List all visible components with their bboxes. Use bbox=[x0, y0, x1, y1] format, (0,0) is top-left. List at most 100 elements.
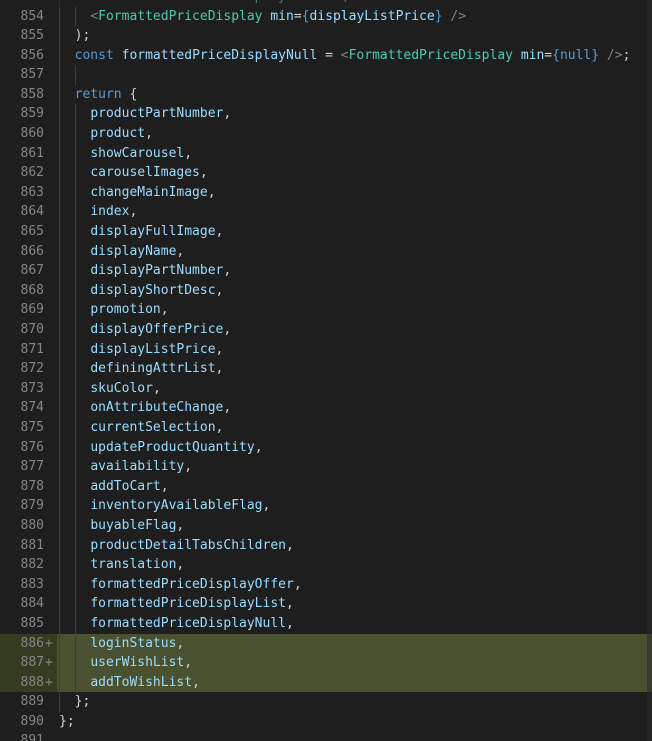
code-line[interactable]: 861 showCarousel, bbox=[0, 143, 652, 164]
code-line[interactable]: 875 currentSelection, bbox=[0, 417, 652, 438]
code-content[interactable]: return { bbox=[57, 84, 652, 105]
code-content[interactable]: displayName, bbox=[57, 241, 652, 262]
code-content[interactable]: <FormattedPriceDisplay min={displayListP… bbox=[57, 6, 652, 27]
code-line[interactable]: 868 displayShortDesc, bbox=[0, 280, 652, 301]
code-content[interactable]: carouselImages, bbox=[57, 163, 652, 183]
code-content[interactable]: addToCart, bbox=[57, 476, 652, 497]
line-number-gutter[interactable]: 889 bbox=[0, 692, 57, 712]
code-content[interactable]: inventoryAvailableFlag, bbox=[57, 496, 652, 516]
code-line[interactable]: 883 formattedPriceDisplayOffer, bbox=[0, 574, 652, 595]
line-number-gutter[interactable]: 891 bbox=[0, 731, 57, 741]
code-line[interactable]: 864 index, bbox=[0, 202, 652, 223]
line-number-gutter[interactable]: 873 bbox=[0, 379, 57, 399]
code-line[interactable]: 856 const formattedPriceDisplayNull = <F… bbox=[0, 45, 652, 66]
code-line[interactable]: 866 displayName, bbox=[0, 241, 652, 262]
line-number-gutter[interactable]: 874 bbox=[0, 398, 57, 418]
code-line[interactable]: 886 + loginStatus, bbox=[0, 633, 652, 654]
line-number-gutter[interactable]: 855 bbox=[0, 26, 57, 46]
code-line[interactable]: 877 availability, bbox=[0, 457, 652, 477]
code-line[interactable]: 879 inventoryAvailableFlag, bbox=[0, 496, 652, 516]
code-line[interactable]: 859 productPartNumber, bbox=[0, 104, 652, 125]
line-number-gutter[interactable]: 859 bbox=[0, 104, 57, 124]
code-line[interactable]: 870 displayOfferPrice, bbox=[0, 320, 652, 340]
line-number-gutter[interactable]: 871 bbox=[0, 340, 57, 360]
code-line[interactable]: 881 productDetailTabsChildren, bbox=[0, 535, 652, 556]
line-number-gutter[interactable]: 854 bbox=[0, 7, 57, 27]
code-line[interactable]: 871 displayListPrice, bbox=[0, 339, 652, 360]
code-content[interactable]: formattedPriceDisplayNull, bbox=[57, 613, 652, 634]
code-content[interactable]: ); bbox=[57, 26, 652, 46]
line-number-gutter[interactable]: 870 bbox=[0, 320, 57, 340]
line-number-gutter[interactable]: 875 bbox=[0, 418, 57, 438]
code-line[interactable]: 889 }; bbox=[0, 692, 652, 712]
line-number-gutter[interactable]: 867 bbox=[0, 261, 57, 281]
code-content[interactable]: userWishList, bbox=[57, 653, 652, 673]
code-content[interactable]: translation, bbox=[57, 555, 652, 575]
line-number-gutter[interactable]: 879 bbox=[0, 496, 57, 516]
code-line[interactable]: 890}; bbox=[0, 712, 652, 732]
line-number-gutter[interactable]: 876 bbox=[0, 438, 57, 458]
code-line[interactable]: 873 skuColor, bbox=[0, 378, 652, 399]
code-line[interactable]: 854 <FormattedPriceDisplay min={displayL… bbox=[0, 6, 652, 27]
code-line[interactable]: 863 changeMainImage, bbox=[0, 182, 652, 203]
line-number-gutter[interactable]: 865 bbox=[0, 222, 57, 242]
code-line[interactable]: 865 displayFullImage, bbox=[0, 222, 652, 242]
code-content[interactable]: availability, bbox=[57, 457, 652, 477]
line-number-gutter[interactable]: 878 bbox=[0, 477, 57, 497]
code-line[interactable]: 887 + userWishList, bbox=[0, 653, 652, 673]
line-number-gutter[interactable]: 883 bbox=[0, 575, 57, 595]
code-content[interactable]: promotion, bbox=[57, 300, 652, 320]
code-line[interactable]: 876 updateProductQuantity, bbox=[0, 437, 652, 458]
line-number-gutter[interactable]: 863 bbox=[0, 183, 57, 203]
line-number-gutter[interactable]: 856 bbox=[0, 46, 57, 66]
code-content[interactable]: productPartNumber, bbox=[57, 104, 652, 125]
code-content[interactable]: definingAttrList, bbox=[57, 359, 652, 379]
code-line[interactable]: 872 definingAttrList, bbox=[0, 359, 652, 379]
line-number-gutter[interactable]: 887 + bbox=[0, 653, 57, 673]
code-line[interactable]: 882 translation, bbox=[0, 555, 652, 575]
code-content[interactable] bbox=[57, 65, 652, 85]
code-content[interactable]: addToWishList, bbox=[57, 672, 652, 693]
line-number-gutter[interactable]: 884 bbox=[0, 594, 57, 614]
code-content[interactable]: changeMainImage, bbox=[57, 182, 652, 203]
line-number-gutter[interactable]: 885 bbox=[0, 614, 57, 634]
line-number-gutter[interactable]: 872 bbox=[0, 359, 57, 379]
line-number-gutter[interactable]: 861 bbox=[0, 144, 57, 164]
code-content[interactable]: showCarousel, bbox=[57, 143, 652, 164]
line-number-gutter[interactable]: 860 bbox=[0, 124, 57, 144]
scrollbar[interactable] bbox=[647, 0, 652, 741]
line-number-gutter[interactable]: 877 bbox=[0, 457, 57, 477]
code-content[interactable]: skuColor, bbox=[57, 378, 652, 399]
code-line[interactable]: 860 product, bbox=[0, 124, 652, 144]
code-content[interactable]: displayPartNumber, bbox=[57, 261, 652, 281]
code-content[interactable]: displayFullImage, bbox=[57, 222, 652, 242]
line-number-gutter[interactable]: 858 bbox=[0, 85, 57, 105]
line-number-gutter[interactable]: 888 + bbox=[0, 672, 57, 693]
line-number-gutter[interactable]: 866 bbox=[0, 242, 57, 262]
code-line[interactable]: 878 addToCart, bbox=[0, 476, 652, 497]
code-content[interactable]: const formattedPriceDisplayNull = <Forma… bbox=[57, 45, 652, 66]
line-number-gutter[interactable]: 857 bbox=[0, 65, 57, 85]
code-content[interactable]: currentSelection, bbox=[57, 417, 652, 438]
code-content[interactable]: product, bbox=[57, 124, 652, 144]
code-line[interactable]: 888 + addToWishList, bbox=[0, 672, 652, 693]
line-number-gutter[interactable]: 890 bbox=[0, 712, 57, 732]
line-number-gutter[interactable]: 864 bbox=[0, 202, 57, 222]
code-content[interactable]: onAttributeChange, bbox=[57, 398, 652, 418]
code-line[interactable]: 855 ); bbox=[0, 26, 652, 46]
code-content[interactable]: loginStatus, bbox=[57, 633, 652, 654]
code-content[interactable]: index, bbox=[57, 202, 652, 223]
line-number-gutter[interactable]: 880 bbox=[0, 516, 57, 536]
code-line[interactable]: 884 formattedPriceDisplayList, bbox=[0, 594, 652, 614]
line-number-gutter[interactable]: 868 bbox=[0, 281, 57, 301]
code-content[interactable]: updateProductQuantity, bbox=[57, 437, 652, 458]
code-line[interactable]: 867 displayPartNumber, bbox=[0, 261, 652, 281]
code-content[interactable]: productDetailTabsChildren, bbox=[57, 535, 652, 556]
line-number-gutter[interactable]: 869 bbox=[0, 300, 57, 320]
code-content[interactable]: displayListPrice, bbox=[57, 339, 652, 360]
code-line[interactable]: 858 return { bbox=[0, 84, 652, 105]
line-number-gutter[interactable]: 886 + bbox=[0, 633, 57, 654]
code-content[interactable]: displayOfferPrice, bbox=[57, 320, 652, 340]
code-content[interactable]: }; bbox=[57, 712, 652, 732]
line-number-gutter[interactable]: 862 bbox=[0, 163, 57, 183]
